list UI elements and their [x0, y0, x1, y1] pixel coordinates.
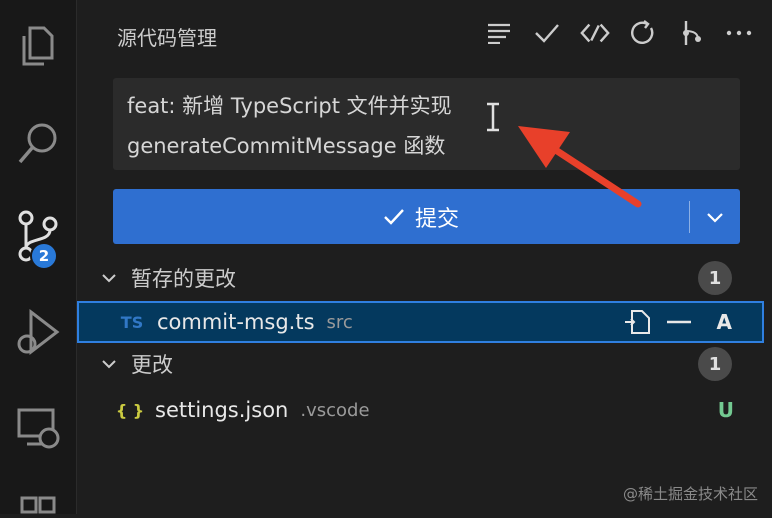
activity-bar: 2	[0, 0, 77, 514]
search-icon[interactable]	[0, 118, 76, 168]
file-status-untracked: U	[717, 398, 734, 422]
unstage-minus-icon[interactable]	[666, 319, 692, 325]
file-name: commit-msg.ts	[157, 310, 315, 334]
commit-button-label: 提交	[414, 206, 459, 232]
staged-file-row[interactable]: TS commit-msg.ts src A	[77, 301, 764, 343]
file-path: src	[326, 311, 353, 333]
remote-explorer-icon[interactable]	[0, 404, 76, 454]
typescript-file-icon: TS	[120, 312, 144, 332]
check-icon	[384, 208, 404, 225]
extensions-icon[interactable]	[0, 494, 76, 518]
chevron-down-icon	[101, 358, 131, 370]
open-file-icon[interactable]	[622, 308, 652, 336]
panel-title: 源代码管理	[117, 26, 217, 50]
more-actions-icon[interactable]	[724, 18, 754, 48]
json-file-icon: { }	[115, 400, 145, 420]
commit-check-icon[interactable]	[532, 18, 562, 48]
refresh-icon[interactable]	[628, 18, 658, 48]
explorer-icon[interactable]	[0, 22, 76, 70]
changes-header[interactable]: 更改 1	[101, 344, 762, 384]
staged-count-badge: 1	[698, 261, 732, 295]
changed-file-row[interactable]: { } settings.json .vscode U	[77, 389, 764, 431]
sync-changes-icon[interactable]	[580, 18, 610, 48]
staged-changes-header[interactable]: 暂存的更改 1	[101, 258, 762, 298]
changes-count-badge: 2	[30, 242, 58, 270]
file-status-added: A	[716, 310, 732, 334]
file-path: .vscode	[300, 399, 370, 421]
source-control-panel: 源代码管理 feat: 新增 TypeScript 文件并实现 generate…	[77, 0, 772, 514]
chevron-down-icon	[707, 212, 723, 223]
chevron-down-icon	[101, 272, 131, 284]
commit-dropdown-button[interactable]	[690, 211, 740, 223]
commit-message-input[interactable]: feat: 新增 TypeScript 文件并实现 generateCommit…	[113, 78, 740, 170]
commit-message-line: generateCommitMessage 函数	[127, 134, 446, 158]
commit-button[interactable]: 提交	[113, 189, 740, 244]
git-graph-icon[interactable]	[676, 18, 706, 48]
commit-message-line: feat: 新增 TypeScript 文件并实现	[127, 94, 452, 118]
run-debug-icon[interactable]	[0, 306, 76, 358]
changes-label: 更改	[131, 353, 173, 377]
file-name: settings.json	[155, 398, 289, 422]
staged-changes-label: 暂存的更改	[131, 267, 236, 291]
row-actions	[622, 308, 692, 336]
changes-count-badge: 1	[698, 347, 732, 381]
panel-toolbar	[484, 18, 754, 48]
commit-button-main[interactable]: 提交	[113, 201, 689, 233]
watermark: @稀土掘金技术社区	[622, 485, 758, 503]
view-as-tree-icon[interactable]	[484, 18, 514, 48]
